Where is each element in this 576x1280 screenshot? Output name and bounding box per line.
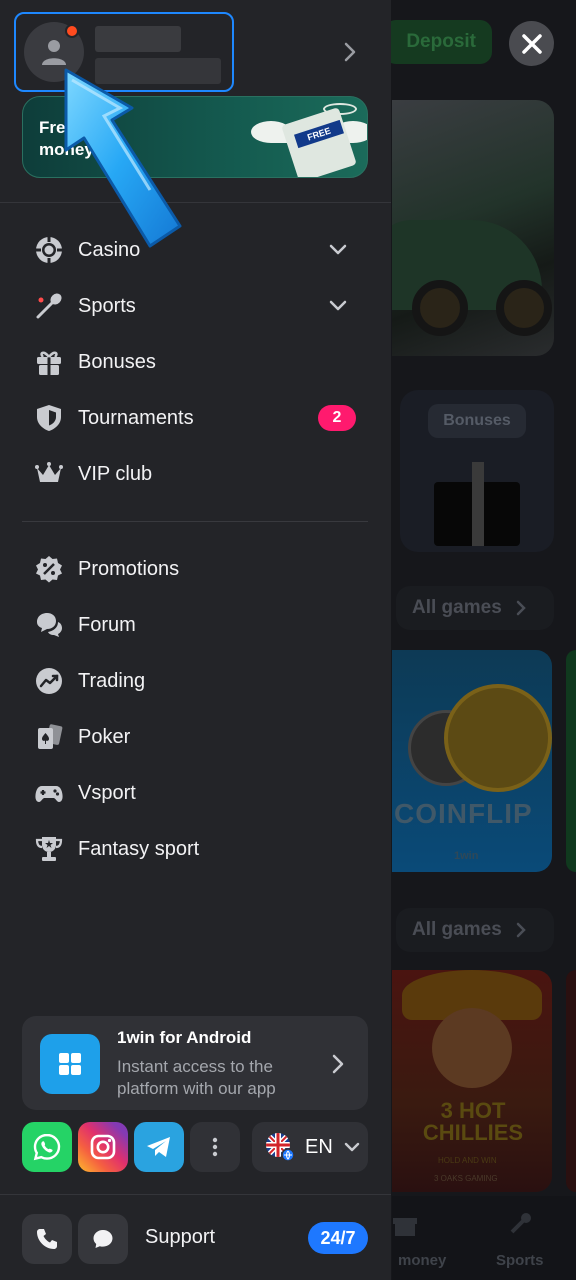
menu-item-vip-club[interactable]: VIP club [22,451,368,497]
language-selector[interactable]: EN [252,1122,368,1172]
menu-label-fantasy-sport: Fantasy sport [78,837,200,860]
menu-item-forum[interactable]: Forum [22,602,368,648]
crown-icon [32,457,66,491]
phone-icon [37,1229,57,1249]
menu-label-poker: Poker [78,725,131,748]
tournaments-count-badge: 2 [318,405,356,431]
coinflip-brand: 1win [454,850,479,862]
menu-item-poker[interactable]: Poker [22,714,368,760]
gift-box-image [434,462,520,546]
coinflip-game-card[interactable]: COINFLIP 1win [392,650,552,872]
gamepad-icon [32,776,66,810]
shield-icon [32,401,66,435]
chevron-down-icon [344,1142,359,1152]
more-vertical-icon [212,1137,218,1157]
menu-label-trading: Trading [78,669,146,692]
chevron-right-icon [332,1054,344,1074]
menu-label-promotions: Promotions [78,557,180,580]
chat-bubbles-icon [32,608,66,642]
divider [22,521,368,522]
telegram-button[interactable] [134,1122,184,1172]
windows-logo-icon [40,1034,100,1094]
menu-label-vsport: Vsport [78,781,136,804]
support-hours-badge: 24/7 [308,1222,368,1254]
android-app-card[interactable]: 1win for Android Instant access to the p… [22,1016,368,1110]
whatsapp-button[interactable] [22,1122,72,1172]
uk-flag-globe-icon [266,1133,295,1162]
menu-label-vip-club: VIP club [78,462,153,485]
whatsapp-icon [33,1133,61,1161]
percent-badge-icon [32,552,66,586]
bottom-nav-sports[interactable]: Sports [496,1252,544,1269]
trophy-icon [32,832,66,866]
close-menu-button[interactable] [509,21,554,66]
more-options-button[interactable] [190,1122,240,1172]
playing-cards-icon [32,720,66,754]
close-icon [521,33,542,54]
android-card-title: 1win for Android [117,1028,252,1047]
menu-item-sports[interactable]: Sports [22,283,368,329]
coinflip-title: COINFLIP [394,798,533,829]
sports-racket-icon [510,1213,531,1234]
hot-chillies-game-card[interactable]: 3 HOT CHILLIES HOLD AND WIN 3 OAKS GAMIN… [392,970,552,1192]
money-stack-image [281,107,357,177]
hot-chillies-title: 3 HOT CHILLIES [422,1098,524,1145]
menu-item-promotions[interactable]: Promotions [22,546,368,592]
chevron-down-icon [329,300,347,311]
menu-item-fantasy-sport[interactable]: Fantasy sport [22,826,368,872]
menu-label-bonuses: Bonuses [78,350,156,373]
bonuses-tag: Bonuses [428,404,526,438]
bonuses-card[interactable]: Bonuses [400,390,554,552]
chevron-right-icon [516,600,526,616]
android-card-subtitle: Instant access to the platform with our … [117,1057,276,1098]
hot-chillies-subtitle: HOLD AND WIN [438,1156,497,1165]
deposit-button[interactable]: Deposit [384,20,492,64]
sports-racket-icon [32,289,66,323]
menu-label-sports: Sports [78,294,136,317]
chevron-right-icon [516,922,526,938]
chevron-right-icon[interactable] [340,40,360,64]
instagram-icon [90,1134,116,1160]
trend-chart-icon [32,664,66,698]
all-games-label: All games [412,597,502,618]
all-games-button-2[interactable]: All games [396,908,554,952]
hot-chillies-vendor: 3 OAKS GAMING [434,1174,498,1183]
bottom-nav-money[interactable]: money [398,1252,446,1269]
telegram-icon [147,1137,170,1157]
menu-item-tournaments[interactable]: Tournaments 2 [22,395,368,441]
instagram-button[interactable] [78,1122,128,1172]
chat-bubble-icon [93,1230,113,1248]
gift-icon [32,345,66,379]
gift-icon [393,1218,417,1236]
bottom-nav: money Sports [392,1196,576,1280]
all-games-label: All games [412,919,502,940]
chat-support-button[interactable] [78,1214,128,1264]
all-games-button[interactable]: All games [396,586,554,630]
chevron-down-icon [329,244,347,255]
menu-item-vsport[interactable]: Vsport [22,770,368,816]
call-support-button[interactable] [22,1214,72,1264]
support-label[interactable]: Support [145,1226,215,1249]
menu-item-trading[interactable]: Trading [22,658,368,704]
menu-item-bonuses[interactable]: Bonuses [22,339,368,385]
menu-label-forum: Forum [78,613,136,636]
divider [0,1194,391,1195]
tutorial-arrow-icon [64,68,182,248]
language-label: EN [305,1135,333,1158]
menu-label-tournaments: Tournaments [78,406,194,429]
car-promo-banner[interactable] [392,100,554,356]
